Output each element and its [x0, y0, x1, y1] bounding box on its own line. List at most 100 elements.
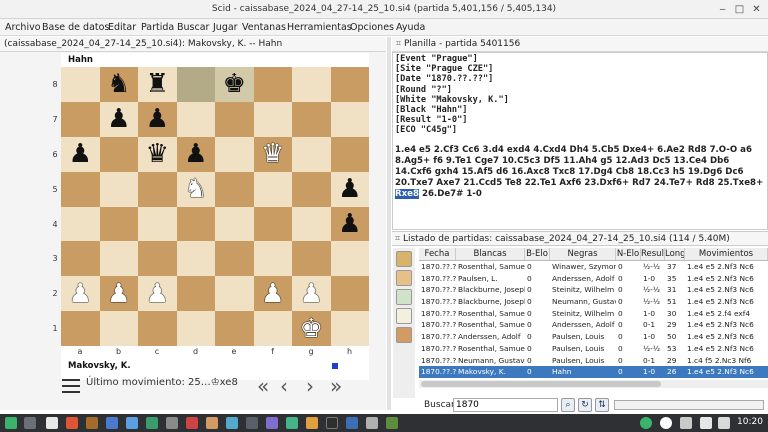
network-icon[interactable] [660, 417, 672, 429]
bar-chart-icon[interactable] [396, 308, 412, 324]
table-row[interactable]: 1870.??.??Rosenthal, Samuel0Winawer, Szy… [419, 261, 768, 273]
list-grip-icon[interactable]: ⌗ [395, 234, 403, 244]
battery-icon[interactable] [700, 417, 712, 429]
horizontal-scrollbar[interactable] [419, 380, 768, 388]
app-icon[interactable] [386, 417, 398, 429]
menu-jugar[interactable]: Jugar [213, 22, 238, 33]
app-icon[interactable] [126, 417, 138, 429]
search-input[interactable] [453, 398, 558, 412]
square-c5[interactable] [138, 171, 177, 207]
book-icon[interactable] [396, 251, 412, 267]
square-b7[interactable]: ♟ [99, 101, 138, 137]
white-king-icon[interactable]: ♚ [300, 316, 323, 342]
square-a7[interactable] [61, 101, 100, 137]
square-c7[interactable]: ♟ [138, 101, 177, 137]
square-a1[interactable] [61, 311, 100, 346]
square-d5[interactable]: ♞ [176, 171, 215, 207]
start-menu-icon[interactable] [5, 417, 17, 429]
menu-buscar[interactable]: Buscar [177, 22, 209, 33]
black-pawn-icon[interactable]: ♟ [107, 106, 130, 132]
black-king-icon[interactable]: ♚ [223, 71, 246, 97]
app-icon[interactable] [366, 417, 378, 429]
square-f3[interactable] [253, 241, 292, 277]
square-c2[interactable]: ♟ [138, 276, 177, 312]
square-h3[interactable] [330, 241, 369, 277]
black-pawn-icon[interactable]: ♟ [146, 106, 169, 132]
app-icon[interactable] [306, 417, 318, 429]
maximize-icon[interactable]: □ [733, 3, 746, 16]
square-c8[interactable]: ♜ [138, 67, 177, 102]
white-pawn-icon[interactable]: ♟ [69, 281, 92, 307]
square-a2[interactable]: ♟ [61, 276, 100, 312]
column-header[interactable]: Blancas [456, 248, 525, 260]
files-icon[interactable] [46, 417, 58, 429]
column-header[interactable]: Long [665, 248, 685, 260]
square-c4[interactable] [138, 206, 177, 242]
volume-icon[interactable] [680, 417, 692, 429]
square-d1[interactable] [176, 311, 215, 346]
square-h6[interactable] [330, 136, 369, 172]
menu-editar[interactable]: Editar [108, 22, 136, 33]
menu-herramientas[interactable]: Herramientas [287, 22, 352, 33]
black-pawn-icon[interactable]: ♟ [338, 176, 361, 202]
square-d7[interactable] [176, 101, 215, 137]
table-row[interactable]: 1870.??.??Rosenthal, Samuel0Steinitz, Wi… [419, 308, 768, 320]
white-pawn-icon[interactable]: ♟ [261, 281, 284, 307]
table-row[interactable]: 1870.??.??Makovsky, K. 0 Hahn 0 1-0 26 1.e4 e5… [419, 366, 768, 378]
black-queen-icon[interactable]: ♛ [146, 141, 169, 167]
square-g8[interactable] [292, 67, 331, 102]
black-pawn-icon[interactable]: ♟ [69, 141, 92, 167]
white-pawn-icon[interactable]: ♟ [300, 281, 323, 307]
table-row[interactable]: 1870.??.??Paulsen, L.0Anderssen, Adolf01… [419, 273, 768, 285]
square-d6[interactable]: ♟ [176, 136, 215, 172]
pgn-text[interactable]: [Event "Prague"] [Site "Prague CZE"] [Da… [392, 52, 768, 230]
prev-move-button[interactable]: ‹ [280, 373, 288, 399]
square-e2[interactable] [215, 276, 254, 312]
square-e6[interactable] [215, 136, 254, 172]
app-icon[interactable] [186, 417, 198, 429]
square-h2[interactable] [330, 276, 369, 312]
search-icon[interactable]: ⌕ [561, 398, 575, 412]
menu-ayuda[interactable]: Ayuda [396, 22, 425, 33]
square-d8[interactable] [176, 67, 215, 102]
black-rook-icon[interactable]: ♜ [146, 71, 169, 97]
square-a6[interactable]: ♟ [61, 136, 100, 172]
square-e3[interactable] [215, 241, 254, 277]
pgn-moves[interactable]: 1.e4 e5 2.Cf3 Cc6 3.d4 exd4 4.Cxd4 Dh4 5… [395, 145, 765, 200]
square-g6[interactable] [292, 136, 331, 172]
square-h5[interactable]: ♟ [330, 171, 369, 207]
table-row[interactable]: 1870.??.??Rosenthal, Samuel0Anderssen, A… [419, 319, 768, 331]
chess-board[interactable]: ♞ ♜ ♚ ♟ ♟ ♟ ♛ ♟ ♛ ♞ ♟ ♟ ♟ ♟ ♟ ♟ ♟ ♚ [61, 67, 369, 346]
square-a5[interactable] [61, 171, 100, 207]
pgn-grip-icon[interactable]: ⌗ [396, 39, 404, 49]
keyboard-icon[interactable] [718, 417, 730, 429]
square-b4[interactable] [99, 206, 138, 242]
square-f4[interactable] [253, 206, 292, 242]
square-f8[interactable] [253, 67, 292, 102]
square-d3[interactable] [176, 241, 215, 277]
square-b6[interactable] [99, 136, 138, 172]
app-icon[interactable] [346, 417, 358, 429]
square-e8[interactable]: ♚ [215, 67, 254, 102]
column-header[interactable]: N-Elo [616, 248, 641, 260]
minimize-icon[interactable]: ‒ [716, 3, 729, 16]
square-b8[interactable]: ♞ [99, 67, 138, 102]
square-h7[interactable] [330, 101, 369, 137]
terminal-icon[interactable] [326, 417, 338, 429]
browser-icon[interactable] [66, 417, 78, 429]
app-icon[interactable] [286, 417, 298, 429]
current-move[interactable]: Rxe8 [395, 188, 419, 199]
table-row[interactable]: 1870.??.??Rosenthal, Samuel0Paulsen, Lou… [419, 343, 768, 355]
square-f1[interactable] [253, 311, 292, 346]
table-row[interactable]: 1870.??.??Neumann, Gustav0Paulsen, Louis… [419, 355, 768, 367]
app-icon[interactable] [166, 417, 178, 429]
scrollbar-thumb[interactable] [421, 381, 661, 387]
square-c3[interactable] [138, 241, 177, 277]
app-icon[interactable] [106, 417, 118, 429]
close-icon[interactable]: ✕ [750, 3, 763, 16]
square-g1[interactable]: ♚ [292, 311, 331, 346]
pane-divider[interactable] [387, 37, 391, 410]
column-header[interactable]: B-Elo [525, 248, 550, 260]
menu-opciones[interactable]: Opciones [350, 22, 394, 33]
column-header[interactable]: Negras [550, 248, 616, 260]
